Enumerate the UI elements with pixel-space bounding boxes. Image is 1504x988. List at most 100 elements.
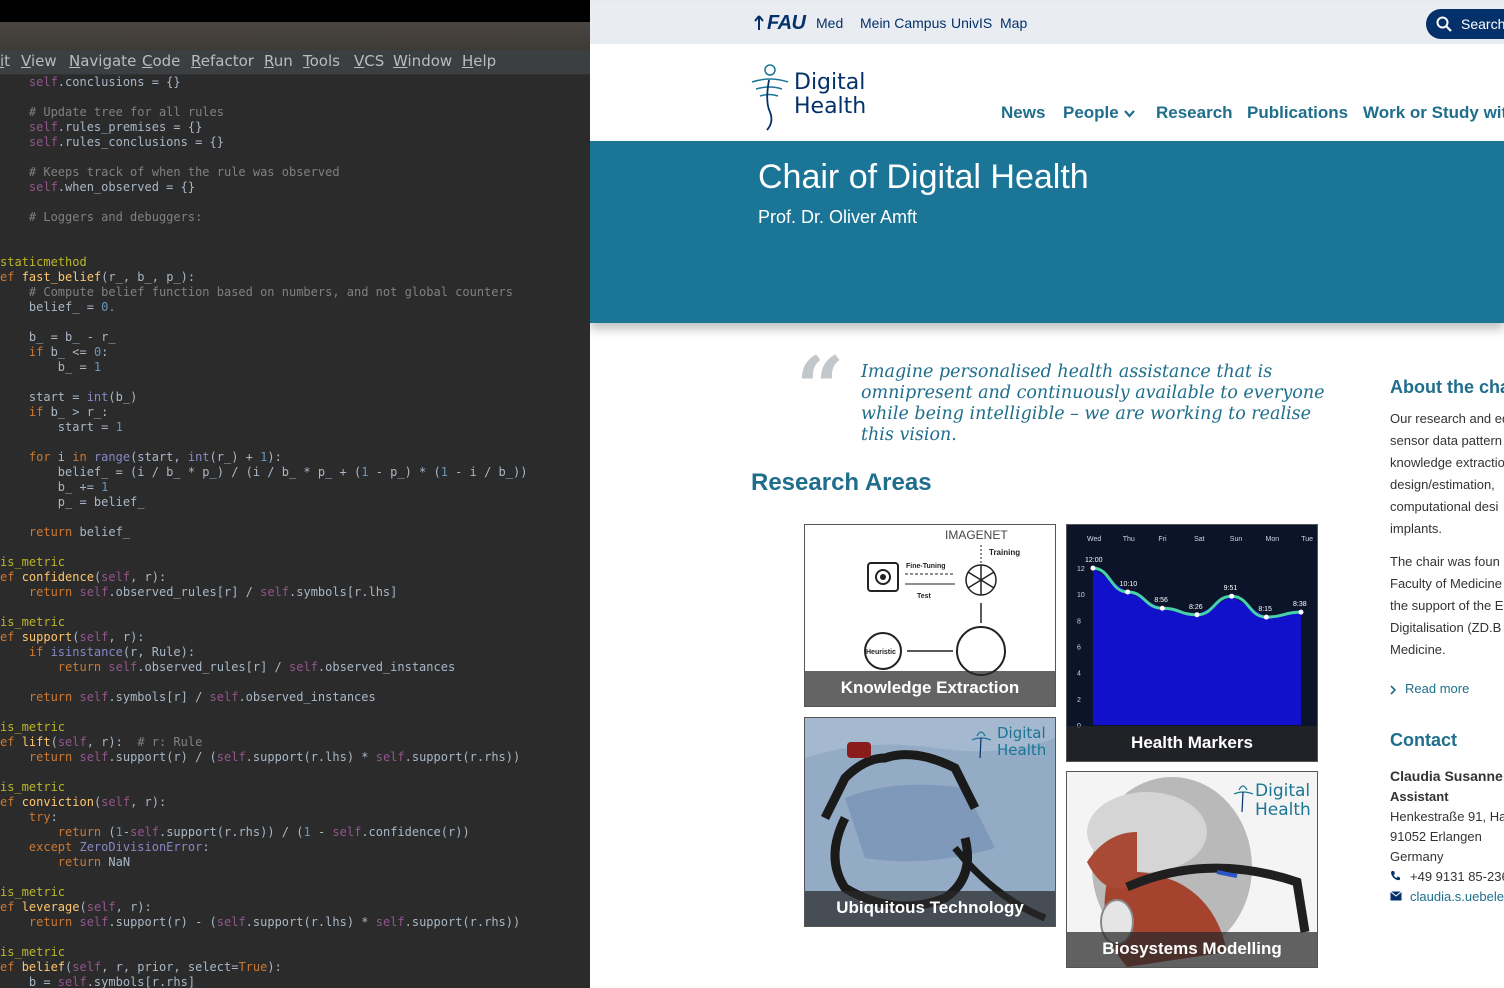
nav-publications[interactable]: Publications: [1247, 103, 1348, 123]
code-line: self.rules_conclusions = {}: [0, 135, 224, 150]
code-token: in: [72, 450, 94, 464]
code-token: , r):: [86, 735, 138, 749]
toplink-univis[interactable]: UnivIS: [951, 15, 992, 31]
nav-work-or-study[interactable]: Work or Study with: [1363, 103, 1504, 123]
code-token: .support(r.lhs) *: [245, 750, 376, 764]
code-token: return: [0, 855, 109, 869]
chart-point-label: 10:10: [1120, 581, 1138, 588]
code-token: 1: [115, 825, 123, 839]
code-token: return: [0, 825, 109, 839]
nav-people[interactable]: People: [1063, 103, 1119, 123]
tile-knowledge-extraction[interactable]: IMAGENET Training Fine-Tuning Test Heuri…: [804, 524, 1056, 707]
read-more-link[interactable]: Read more: [1405, 678, 1469, 700]
menu-tools[interactable]: Tools: [303, 52, 340, 70]
page-title: Chair of Digital Health: [758, 158, 1089, 196]
code-token: if: [0, 345, 51, 359]
code-token: isinstance: [50, 645, 123, 659]
code-token: leverage: [21, 900, 80, 914]
about-line: sensor data pattern: [1390, 433, 1503, 448]
chart-point-label: 8:56: [1154, 597, 1168, 604]
code-token: return: [0, 690, 80, 704]
menu-navigate[interactable]: Navigate: [69, 52, 136, 70]
code-token: b_ =: [0, 360, 94, 374]
code-line: is_metric: [0, 780, 65, 795]
chart-y-tick: 4: [1077, 671, 1081, 678]
search-icon: [1436, 16, 1452, 32]
code-token: is_metric: [0, 885, 66, 899]
code-line: b_ = b_ - r_: [0, 330, 116, 345]
code-line: ef belief(self, r, prior, select=True):: [0, 960, 282, 975]
code-line: b = self.symbols[r.rhs]: [0, 975, 195, 988]
code-line: b_ = 1: [0, 360, 101, 375]
code-line: return NaN: [0, 855, 130, 870]
chart-point: [1298, 609, 1304, 615]
code-token: (: [108, 825, 116, 839]
search-button[interactable]: Search: [1426, 9, 1504, 39]
menu-vcs[interactable]: VCS: [354, 52, 384, 70]
code-token: .rules_premises = {}: [57, 120, 203, 134]
menu-view[interactable]: View: [21, 52, 57, 70]
tile-biosystems-modelling[interactable]: Digital Health Biosystems Modelling: [1066, 771, 1318, 968]
code-token: self: [86, 900, 116, 914]
toplink-mein-campus[interactable]: Mein Campus: [860, 15, 946, 31]
code-line: belief_ = (i / b_ * p_) / (i / b_ * p_ +…: [0, 465, 528, 480]
code-token: self: [79, 750, 109, 764]
code-token: self: [0, 180, 58, 194]
code-token: return: [0, 915, 80, 929]
fau-logo[interactable]: FAU: [767, 12, 806, 35]
code-token: return: [0, 525, 80, 539]
code-token: :: [101, 345, 109, 359]
nav-research[interactable]: Research: [1156, 103, 1233, 123]
code-token: belief_ = (i / b_ * p_) / (i / b_ * p_ +…: [0, 465, 362, 479]
code-token: # Keeps track of when the rule was obser…: [0, 165, 340, 179]
contact-role: Assistant: [1390, 789, 1449, 804]
browser-page: FAU Med Mein Campus UnivIS Map Search Di…: [590, 0, 1504, 988]
toplink-med[interactable]: Med: [816, 15, 843, 31]
chart-point-label: 8:26: [1189, 604, 1203, 611]
code-token: confidence: [21, 570, 94, 584]
code-token: belief: [21, 960, 66, 974]
tile-ubiquitous-technology[interactable]: Digital Health Ubiquitous Technology: [804, 717, 1056, 927]
code-token: .conclusions = {}: [57, 75, 181, 89]
menu-refactor[interactable]: Refactor: [191, 52, 254, 70]
chevron-down-icon[interactable]: [1124, 110, 1135, 118]
chart-y-tick: 2: [1077, 697, 1081, 704]
code-token: ef: [0, 900, 22, 914]
code-token: , r, prior, select=: [101, 960, 239, 974]
contact-phone[interactable]: +49 9131 85-236: [1410, 869, 1504, 884]
toplink-map[interactable]: Map: [1000, 15, 1027, 31]
code-line: # Compute belief function based on numbe…: [0, 285, 513, 300]
code-token: ef: [0, 570, 22, 584]
code-token: belief_: [79, 525, 131, 539]
code-token: .support(r) - (: [108, 915, 217, 929]
contact-heading: Contact: [1390, 730, 1457, 750]
menu-run[interactable]: Run: [264, 52, 293, 70]
tile-caption-bar: Health Markers: [1067, 726, 1317, 761]
menu-code[interactable]: Code: [142, 52, 180, 70]
tile-health-markers[interactable]: 12:00 10:10 8:56 8:26 9:51 8:15 8:38 Wed Thu Fri S…: [1066, 524, 1318, 762]
menu-window[interactable]: Window: [393, 52, 452, 70]
menu-edit[interactable]: it: [0, 52, 10, 70]
nav-news[interactable]: News: [1001, 103, 1045, 123]
code-line: staticmethod: [0, 255, 87, 270]
contact-email[interactable]: claudia.s.uebele: [1410, 889, 1504, 904]
about-line: computational desi: [1390, 499, 1499, 514]
code-token: if: [0, 645, 51, 659]
code-token: (: [50, 735, 58, 749]
code-line: return self.support(r) / (self.support(r…: [0, 750, 520, 765]
code-token: (r_) +: [209, 450, 261, 464]
code-line: ef conviction(self, r):: [0, 795, 166, 810]
ide-menu-bar: it View Navigate Code Refactor Run Tools…: [0, 50, 590, 75]
code-token: 1: [93, 360, 102, 374]
about-line: knowledge extractio: [1390, 455, 1504, 470]
contact-name: Claudia Susanne: [1390, 768, 1503, 784]
contact-address-city: 91052 Erlangen: [1390, 829, 1482, 844]
digital-health-logo[interactable]: Digital Health: [750, 62, 880, 132]
code-token: is_metric: [0, 615, 66, 629]
code-line: return self.observed_rules[r] / self.obs…: [0, 660, 455, 675]
code-token: (b_): [108, 390, 138, 404]
code-token: if: [0, 405, 51, 419]
code-token: self: [130, 825, 159, 839]
menu-help[interactable]: Help: [462, 52, 496, 70]
chart-x-tick: Wed: [1087, 536, 1101, 543]
